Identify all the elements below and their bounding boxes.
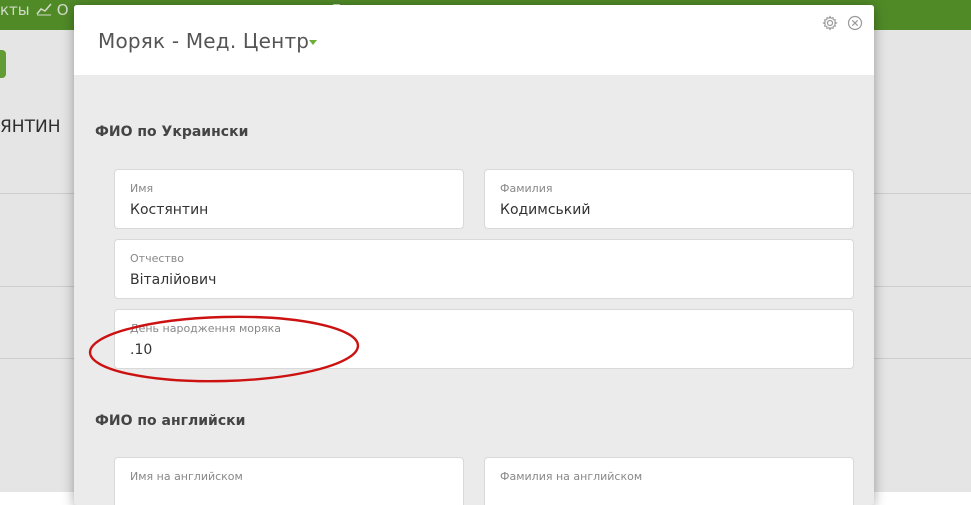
modal-header: Моряк - Мед. Центр <box>74 5 874 75</box>
field-value: Кодимський <box>500 202 591 218</box>
field-value: Костянтин <box>130 202 209 218</box>
gear-icon[interactable] <box>822 15 838 31</box>
field-label: Имя на английском <box>130 470 243 483</box>
close-icon[interactable] <box>847 15 863 31</box>
section-title-ukr: ФИО по Украински <box>95 124 249 140</box>
patronymic-field[interactable]: Отчество Віталійович <box>114 239 854 299</box>
last-name-en-field[interactable]: Фамилия на английском <box>484 457 854 505</box>
field-label: Отчество <box>130 252 185 265</box>
modal-title-dropdown[interactable]: Моряк - Мед. Центр <box>98 29 309 53</box>
section-title-eng: ФИО по английски <box>95 413 246 429</box>
field-value: Віталійович <box>130 272 217 288</box>
field-label: Имя <box>130 182 154 195</box>
annotation-ellipse <box>88 315 360 383</box>
first-name-en-field[interactable]: Имя на английском <box>114 457 464 505</box>
last-name-field[interactable]: Фамилия Кодимський <box>484 169 854 229</box>
first-name-field[interactable]: Имя Костянтин <box>114 169 464 229</box>
sailor-med-center-modal: Моряк - Мед. Центр ФИО по Украински Имя … <box>74 5 874 505</box>
field-label: Фамилия на английском <box>500 470 643 483</box>
field-label: Фамилия <box>500 182 553 195</box>
chevron-down-icon[interactable] <box>309 40 317 45</box>
